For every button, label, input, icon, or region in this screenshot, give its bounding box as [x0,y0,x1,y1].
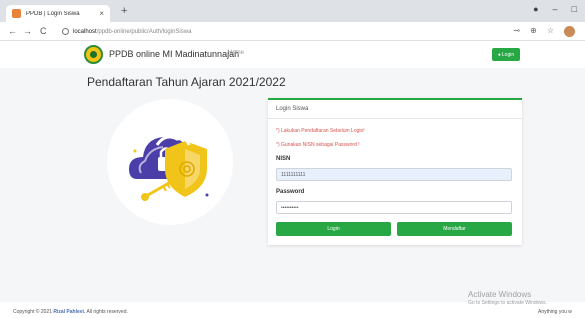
url-input[interactable]: localhost /ppdb-online/public/Auth/login… [62,25,452,38]
school-logo-icon [84,45,103,64]
footer-prefix: Copyright © 2021 [13,309,52,315]
password-input[interactable] [276,201,512,214]
tab-title: PPDB | Login Siswa [26,10,80,17]
favicon-icon [12,9,21,18]
footer-copyright: Copyright © 2021 Rizal Pahlevi. All righ… [13,309,128,315]
site-navbar: PPDB online MI Madinatunnajah Home ● Log… [0,41,585,68]
login-button[interactable]: Login [276,222,391,236]
nisn-label: NISN [276,156,291,162]
note-register-first: *) Lakukan Pendaftaran Sebelum Login! [276,128,365,134]
activate-title: Activate Windows [468,290,532,299]
back-icon[interactable]: ← [8,25,17,37]
nav-home-link[interactable]: Home [228,50,244,56]
browser-toolbar-icons: ⊸ ⊕ ☆ [513,26,575,37]
login-card-header: Login Siswa [268,100,522,119]
footer-suffix: All rights reserved. [86,309,128,315]
reload-icon[interactable]: C [40,25,47,37]
profile-avatar[interactable] [564,26,575,37]
navbar-login-button[interactable]: ● Login [492,48,520,61]
login-card: Login Siswa *) Lakukan Pendaftaran Sebel… [268,98,522,245]
url-path: /ppdb-online/public/Auth/loginSiswa [96,28,192,35]
nisn-input[interactable] [276,168,512,181]
key-icon[interactable]: ⊸ [513,26,520,37]
navbar-login-label: Login [501,51,515,58]
activate-windows-watermark: Activate Windows Go to Settings to activ… [468,290,547,306]
note-password-hint: *) Gunakan NISN sebagai Password ! [276,142,360,148]
url-host: localhost [73,28,97,35]
forward-icon[interactable]: → [23,25,32,37]
footer-author[interactable]: Rizal Pahlevi. [53,309,85,315]
star-icon[interactable]: ☆ [547,26,554,37]
password-label: Password [276,189,305,195]
user-icon: ● [497,51,501,58]
window-controls: ● – □ [533,4,577,14]
zoom-icon[interactable]: ⊕ [530,26,537,37]
browser-tab[interactable]: PPDB | Login Siswa × [6,5,110,22]
brand-title[interactable]: PPDB online MI Madinatunnajah [109,49,239,59]
minimize-icon[interactable]: – [553,4,558,14]
new-tab-button[interactable]: + [121,6,127,17]
maximize-icon[interactable]: □ [572,4,577,14]
account-icon[interactable]: ● [533,4,538,14]
register-button[interactable]: Mendaftar [397,222,512,236]
tab-close-icon[interactable]: × [99,9,104,18]
security-illustration [107,99,233,225]
footer-right-text: Anything you w [538,309,572,315]
site-info-icon[interactable] [62,28,69,35]
address-bar: ← → C localhost /ppdb-online/public/Auth… [0,22,585,41]
activate-subtitle: Go to Settings to activate Windows. [468,300,547,306]
page-title: Pendaftaran Tahun Ajaran 2021/2022 [87,75,286,89]
browser-tab-bar: PPDB | Login Siswa × + ● – □ [0,0,585,22]
